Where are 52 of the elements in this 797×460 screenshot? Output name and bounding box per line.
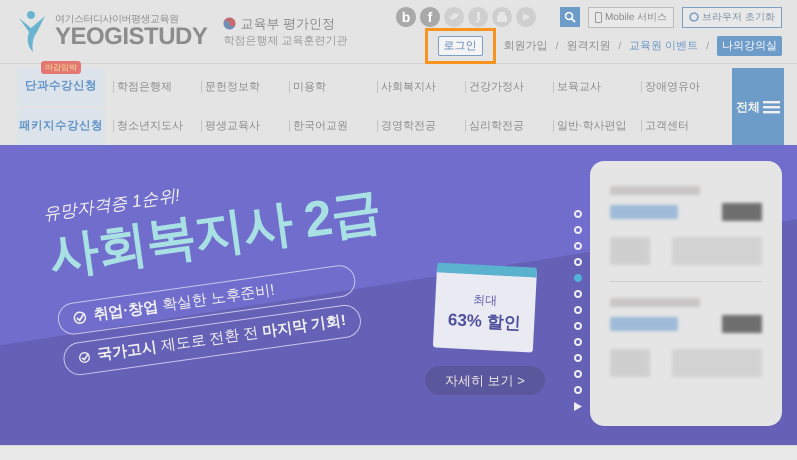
check-icon [78, 350, 92, 366]
blurred-text [610, 317, 678, 331]
separator-text: / [556, 40, 558, 54]
feature-text: 취업·창업 확실한 노후준비! [92, 280, 276, 324]
certification-subtitle: 학점은행제 교육훈련기관 [223, 34, 348, 49]
nav-category-link[interactable]: 패키지수강신청 [17, 108, 105, 145]
nav-link[interactable]: 장애영유아 [641, 80, 729, 93]
nav-link[interactable]: 사회복지사 [377, 80, 465, 93]
blurred-text [610, 205, 678, 219]
certification-title: 교육부 평가인정 [240, 14, 335, 32]
details-button[interactable]: 자세히 보기 > [425, 366, 545, 396]
letter-icon[interactable]: b [396, 7, 416, 28]
blurred-tag [722, 203, 762, 221]
nav-link[interactable]: 평생교육사 [201, 120, 289, 132]
login-link[interactable]: 로그인 [438, 36, 483, 56]
event-link[interactable]: 교육원 이벤트 [629, 38, 698, 54]
header-link[interactable]: 원격지원 [566, 38, 610, 54]
logo-wordmark: YEOGISTUDY [55, 25, 208, 49]
nav-link[interactable]: 미용학 [289, 80, 377, 93]
circle-icon [689, 12, 700, 22]
nav-link[interactable]: 학점은행제 [113, 80, 201, 93]
nav-link[interactable]: 고객센터 [641, 120, 729, 132]
check-icon [72, 310, 88, 326]
search-icon [564, 11, 576, 24]
header-link[interactable]: 회원가입 [504, 38, 548, 54]
discount-label: 최대 [472, 290, 498, 310]
discount-text: 63% 할인 [447, 308, 522, 334]
pager-dot[interactable] [574, 274, 582, 282]
deadline-badge: 마감임박 [41, 61, 81, 74]
nav-link[interactable]: 심리학전공 [465, 120, 553, 132]
my-classroom-button[interactable]: 나의강의실 [717, 36, 782, 56]
logo-subtitle: 여기스터디사이버평생교육원 [55, 14, 180, 25]
separator-text: / [618, 40, 622, 54]
blurred-tag [722, 315, 762, 333]
nav-link[interactable]: 경영학전공 [377, 120, 465, 132]
nav-link[interactable]: 건강가정사 [465, 80, 553, 93]
nav-link[interactable]: 보육교사 [553, 80, 641, 93]
nav-link[interactable]: 청소년지도사 [113, 120, 201, 132]
nav-link[interactable]: 문헌정보학 [201, 80, 289, 93]
search-button[interactable] [560, 7, 580, 28]
play-icon[interactable] [574, 402, 582, 410]
separator-text: / [706, 40, 709, 54]
emblem-icon [223, 16, 236, 30]
phone-icon [594, 12, 602, 23]
nav-link[interactable]: 한국어교원 [289, 120, 377, 132]
menu-icon [763, 100, 780, 114]
browser-reset-button[interactable]: 브라우저 초기화 [682, 6, 782, 28]
all-menu-button[interactable]: 전체 [732, 68, 784, 145]
figure-logo-icon [17, 10, 47, 54]
nav-link[interactable]: 일반·학사편입 [553, 120, 641, 132]
letter-icon[interactable]: f [420, 7, 440, 28]
mobile-service-button[interactable]: Mobile 서비스 [588, 6, 674, 28]
